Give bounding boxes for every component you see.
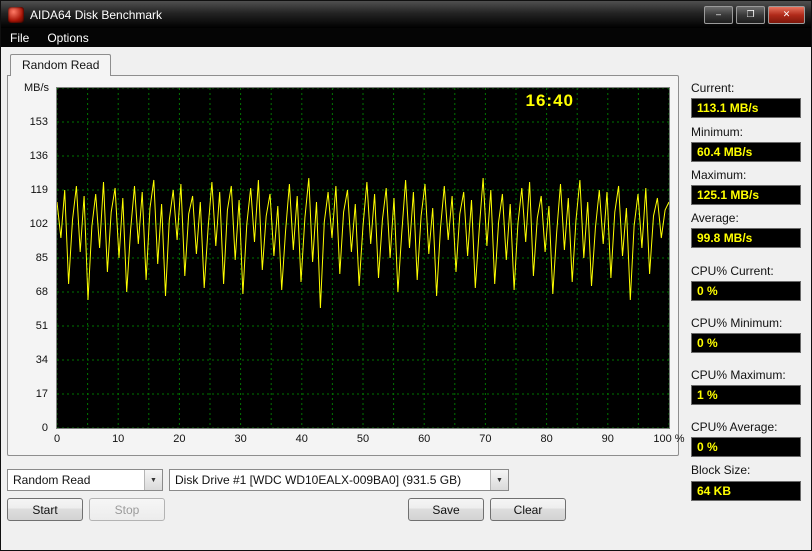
close-button[interactable]: ✕: [768, 5, 805, 24]
chart-plot-area: [57, 88, 669, 428]
x-tick-label: 70: [479, 433, 492, 445]
window-title: AIDA64 Disk Benchmark: [30, 7, 163, 22]
y-tick-label: 136: [29, 150, 48, 162]
x-tick-label: 30: [234, 433, 247, 445]
start-button[interactable]: Start: [7, 498, 83, 521]
minimize-button[interactable]: –: [704, 5, 733, 24]
stat-current: Current: 113.1 MB/s: [691, 81, 803, 118]
title-bar: AIDA64 Disk Benchmark – ❐ ✕: [1, 1, 811, 28]
x-tick-label: 20: [173, 433, 186, 445]
window-controls: – ❐ ✕: [701, 5, 805, 24]
y-tick-label: 17: [35, 388, 48, 400]
x-tick-label: 60: [418, 433, 431, 445]
stat-label: CPU% Maximum:: [691, 368, 786, 382]
stat-cpu-average: CPU% Average: 0 %: [691, 420, 803, 457]
stop-button[interactable]: Stop: [89, 498, 165, 521]
stat-label: CPU% Current:: [691, 264, 774, 278]
stat-cpu-maximum: CPU% Maximum: 1 %: [691, 368, 803, 405]
chevron-down-icon[interactable]: ▼: [144, 470, 162, 490]
y-axis-ticks: 153 136 119 102 85 68 51 34 17 0: [16, 88, 50, 434]
elapsed-time-label: 16:40: [525, 91, 574, 110]
stat-label: Current:: [691, 81, 735, 95]
stat-label: Minimum:: [691, 125, 744, 139]
stat-label: Maximum:: [691, 168, 747, 182]
stat-average: Average: 99.8 MB/s: [691, 211, 803, 248]
tab-random-read[interactable]: Random Read: [10, 54, 112, 76]
clear-button[interactable]: Clear: [490, 498, 566, 521]
y-tick-label: 34: [35, 354, 48, 366]
y-tick-label: 153: [29, 116, 48, 128]
stat-value: 1 %: [691, 385, 801, 405]
app-icon: [8, 6, 24, 23]
stat-value: 113.1 MB/s: [691, 98, 801, 118]
x-tick-label: 90: [601, 433, 614, 445]
app-window: AIDA64 Disk Benchmark – ❐ ✕ File Options…: [0, 0, 812, 551]
chevron-down-icon[interactable]: ▼: [490, 470, 508, 490]
stat-value: 0 %: [691, 281, 801, 301]
stat-value: 125.1 MB/s: [691, 185, 801, 205]
stat-cpu-current: CPU% Current: 0 %: [691, 264, 803, 301]
stat-cpu-minimum: CPU% Minimum: 0 %: [691, 316, 803, 353]
stat-value: 64 KB: [691, 481, 801, 501]
stat-value: 0 %: [691, 437, 801, 457]
menu-file[interactable]: File: [1, 28, 38, 47]
x-tick-label: 100 %: [653, 433, 685, 445]
stat-value: 60.4 MB/s: [691, 142, 801, 162]
y-tick-label: 102: [29, 218, 48, 230]
stat-value: 99.8 MB/s: [691, 228, 801, 248]
stat-maximum: Maximum: 125.1 MB/s: [691, 168, 803, 205]
x-axis-ticks: 0 10 20 30 40 50 60 70 80 90 100 %: [53, 433, 685, 447]
maximize-button[interactable]: ❐: [736, 5, 765, 24]
y-tick-label: 119: [30, 184, 48, 196]
y-tick-label: 85: [35, 252, 48, 264]
x-tick-label: 50: [356, 433, 370, 445]
stat-label: CPU% Minimum:: [691, 316, 783, 330]
x-tick-label: 80: [540, 433, 553, 445]
menu-options[interactable]: Options: [38, 28, 97, 47]
stat-label: CPU% Average:: [691, 420, 778, 434]
y-tick-label: 0: [41, 422, 48, 434]
stat-label: Average:: [691, 211, 739, 225]
disk-drive-select[interactable]: Disk Drive #1 [WDC WD10EALX-009BA0] (931…: [169, 469, 509, 491]
benchmark-type-select[interactable]: Random Read ▼: [7, 469, 163, 491]
stat-label: Block Size:: [691, 463, 751, 477]
x-tick-label: 40: [295, 433, 308, 445]
x-tick-label: 0: [53, 433, 61, 445]
stat-minimum: Minimum: 60.4 MB/s: [691, 125, 803, 162]
benchmark-type-value: Random Read: [13, 473, 91, 487]
tab-panel: MB/s 153 136 119 102 85 68 51 34 17 0 16:40 0 10 20…: [7, 75, 685, 456]
stat-value: 0 %: [691, 333, 801, 353]
disk-drive-value: Disk Drive #1 [WDC WD10EALX-009BA0] (931…: [175, 473, 462, 487]
stat-block-size: Block Size: 64 KB: [691, 463, 803, 501]
x-tick-label: 10: [112, 433, 125, 445]
y-tick-label: 51: [35, 320, 48, 332]
benchmark-chart: 16:40: [56, 87, 670, 429]
save-button[interactable]: Save: [408, 498, 484, 521]
menu-bar: File Options: [1, 28, 811, 47]
y-tick-label: 68: [35, 286, 48, 298]
